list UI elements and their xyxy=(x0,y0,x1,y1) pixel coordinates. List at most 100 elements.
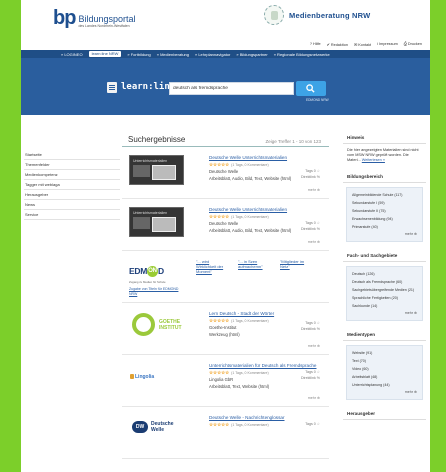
facet-item[interactable]: Sprachliche Fertigkeiten (20) xyxy=(352,294,417,302)
facet-heading-fachgebiete: Fach- und Sachgebiete xyxy=(343,248,426,262)
search-button[interactable] xyxy=(296,81,326,96)
kontakt-link[interactable]: ✉ Kontakt xyxy=(354,42,371,47)
search-input[interactable] xyxy=(169,82,294,95)
nav-item-medienberatung[interactable]: » Medienberatung xyxy=(157,52,189,57)
facet-item[interactable]: Sekundarstufe II (75) xyxy=(352,207,417,215)
result-thumbnail[interactable]: Unterrichtsmaterialien xyxy=(129,207,184,237)
facet-item[interactable]: Video (60) xyxy=(352,365,417,373)
medienberatung-icon xyxy=(264,5,284,25)
result-thumbnail[interactable]: Lingolia xyxy=(129,363,184,393)
sidebar-item-herausgeber[interactable]: Herausgeber xyxy=(24,190,120,200)
direktlink[interactable]: Direktlink % xyxy=(301,376,320,380)
facet-item[interactable]: Deutsch als Fremdsprache (60) xyxy=(352,278,417,286)
edmond-link-3[interactable]: "Mitglieder im Netz" xyxy=(280,259,312,274)
result-item: GOETHE INSTITUT Lern Deutsch - Stadt der… xyxy=(122,303,329,355)
nav-item-bildungsnetzwerke[interactable]: » Regionale Bildungsnetzwerke xyxy=(274,52,330,57)
star-icons[interactable]: ☆☆☆☆☆ xyxy=(209,370,229,375)
rating-stars[interactable]: ☆☆☆☆☆ (1 Tags, 0 Kommentare) xyxy=(209,318,269,324)
more-link[interactable]: mehr ⊕ xyxy=(308,188,320,192)
edmond-link-1[interactable]: "... wird Wirklichkeit der Moment" xyxy=(196,259,228,274)
direktlink[interactable]: Direktlink % xyxy=(301,227,320,231)
rating-meta: (1 Tags, 0 Kommentare) xyxy=(231,423,269,427)
direktlink[interactable]: Direktlink % xyxy=(301,175,320,179)
sidebar-item-news[interactable]: News xyxy=(24,200,120,210)
sidebar-item-themenfelder[interactable]: Themenfelder xyxy=(24,160,120,170)
facet-item[interactable]: Arbeitsblatt (48) xyxy=(352,373,417,381)
thumbnail-caption: Unterrichtsmaterialien xyxy=(133,159,168,163)
facet-item[interactable]: Deutsch (126) xyxy=(352,270,417,278)
facet-item[interactable]: Sekundarstufe I (59) xyxy=(352,199,417,207)
facet-item[interactable]: Unterrichtsplanung (44) xyxy=(352,381,417,389)
page-frame: bp Bildungsportal des Landes Nordrhein-W… xyxy=(21,0,430,472)
rating-stars[interactable]: ☆☆☆☆☆ (1 Tags, 0 Kommentare) xyxy=(209,214,269,220)
edmond-link-2[interactable]: "... in Szen aufmachemn" xyxy=(238,259,270,274)
rating-stars[interactable]: ☆☆☆☆☆ (1 Tags, 0 Kommentare) xyxy=(209,162,269,168)
result-thumbnail[interactable]: DW Deutsche Welle xyxy=(129,415,184,445)
result-thumbnail[interactable]: Unterrichtsmaterialien xyxy=(129,155,184,185)
rating-stars[interactable]: ☆☆☆☆☆ (1 Tags, 0 Kommentare) xyxy=(209,370,269,376)
more-link[interactable]: mehr ⊕ xyxy=(308,240,320,244)
edmond-links: "... wird Wirklichkeit der Moment" "... … xyxy=(196,259,312,274)
rating-stars[interactable]: ☆☆☆☆☆ (1 Tags, 0 Kommentare) xyxy=(209,422,269,428)
weiterlesen-link[interactable]: Weiterlesen » xyxy=(362,158,385,162)
logo-subtitle: des Landes Nordrhein-Westfalen xyxy=(78,24,130,28)
facet-item[interactable]: Sachkunde (14) xyxy=(352,302,417,310)
edmond-logo[interactable]: EDMOND Zugang zu Medien für Schule xyxy=(129,259,189,289)
sidebar-item-medienkompetenz[interactable]: Medienkompetenz xyxy=(24,170,120,180)
facet-box-medientypen: Website (91) Text (70) Video (60) Arbeit… xyxy=(346,345,423,400)
facet-more-link[interactable]: mehr ⊕ xyxy=(352,310,417,316)
edmond-part-b: D xyxy=(158,266,164,276)
star-icons[interactable]: ☆☆☆☆☆ xyxy=(209,162,229,167)
facet-more-link[interactable]: mehr ⊕ xyxy=(352,389,417,395)
results-column: Suchergebnisse Zeige Treffer 1 - 10 von … xyxy=(122,130,329,459)
more-link[interactable]: mehr ⊕ xyxy=(308,396,320,400)
tags-link[interactable]: Tags 0 ☆ xyxy=(305,321,320,325)
goethe-logo-text: GOETHE INSTITUT xyxy=(159,319,182,331)
star-icons[interactable]: ☆☆☆☆☆ xyxy=(209,214,229,219)
star-icons[interactable]: ☆☆☆☆☆ xyxy=(209,318,229,323)
sidebar-item-service[interactable]: Service xyxy=(24,210,120,220)
thumbnail-graphic xyxy=(133,217,150,229)
tags-link[interactable]: Tags 0 ☆ xyxy=(305,169,320,173)
nav-item-logineo[interactable]: » LOGINEO xyxy=(61,52,83,57)
facet-item[interactable]: Allgemeinbildende Schule (117) xyxy=(352,191,417,199)
main-nav: » LOGINEO learn:line NRW » Fortbildung »… xyxy=(21,50,430,58)
tags-link[interactable]: Tags 0 ☆ xyxy=(305,221,320,225)
edmond-label[interactable]: EDMOND NRW xyxy=(306,98,329,102)
facet-item[interactable]: Primarstufe (40) xyxy=(352,223,417,231)
sidebar-item-tagger[interactable]: Tagger mit weblaga xyxy=(24,180,120,190)
medienberatung-title[interactable]: Medienberatung NRW xyxy=(289,11,370,20)
facet-more-link[interactable]: mehr ⊕ xyxy=(352,231,417,237)
redaktion-link[interactable]: ✔ Redaktion xyxy=(327,42,348,47)
result-thumbnail[interactable]: GOETHE INSTITUT xyxy=(129,311,184,341)
nav-item-bildungspartner[interactable]: » Bildungspartner xyxy=(236,52,267,57)
result-title-link[interactable]: Deutsche Welle Unterrichtsmaterialien xyxy=(209,207,287,212)
edmond-link[interactable]: Zugabe von Titeln für EDMOND NRW xyxy=(129,287,184,296)
star-icons[interactable]: ☆☆☆☆☆ xyxy=(209,422,229,427)
drucken-link[interactable]: ⎙ Drucken xyxy=(404,42,422,47)
nav-item-lehrplan[interactable]: » Lehrplannavigator xyxy=(195,52,230,57)
direktlink[interactable]: Direktlink % xyxy=(301,327,320,331)
tags-link[interactable]: Tags 0 ☆ xyxy=(305,422,320,426)
result-title-link[interactable]: Lern Deutsch - Stadt der Wörter xyxy=(209,311,274,316)
impressum-link[interactable]: i Impressum xyxy=(377,42,398,47)
learnline-book-icon xyxy=(107,82,117,93)
results-header: Suchergebnisse Zeige Treffer 1 - 10 von … xyxy=(122,130,329,147)
lingolia-logo-text: Lingolia xyxy=(135,374,155,380)
nav-item-learnline[interactable]: learn:line NRW xyxy=(88,51,122,57)
search-icon xyxy=(306,84,315,93)
more-link[interactable]: mehr ⊕ xyxy=(308,344,320,348)
facet-item[interactable]: Erwachsenenbildung (94) xyxy=(352,215,417,223)
facet-item[interactable]: Website (91) xyxy=(352,349,417,357)
hinweis-text: Die hier angezeigten Materialien sind ni… xyxy=(343,144,426,169)
facet-item[interactable]: Text (70) xyxy=(352,357,417,365)
result-title-link[interactable]: Unterrichtsmaterialien für Deutsch als F… xyxy=(209,363,316,368)
result-title-link[interactable]: Deutsche Welle - Nachrichtenglossar xyxy=(209,415,285,420)
sidebar-item-startseite[interactable]: Startseite xyxy=(24,150,120,160)
tags-link[interactable]: Tags 0 ☆ xyxy=(305,370,320,374)
result-title-link[interactable]: Deutsche Welle Unterrichtsmaterialien xyxy=(209,155,287,160)
bildungsportal-logo[interactable]: bp Bildungsportal des Landes Nordrhein-W… xyxy=(53,8,135,29)
facet-item[interactable]: Sachgebietsübergreifende Medien (21) xyxy=(352,286,417,294)
help-link[interactable]: ? Hilfe xyxy=(310,42,321,47)
nav-item-fortbildung[interactable]: » Fortbildung xyxy=(127,52,150,57)
